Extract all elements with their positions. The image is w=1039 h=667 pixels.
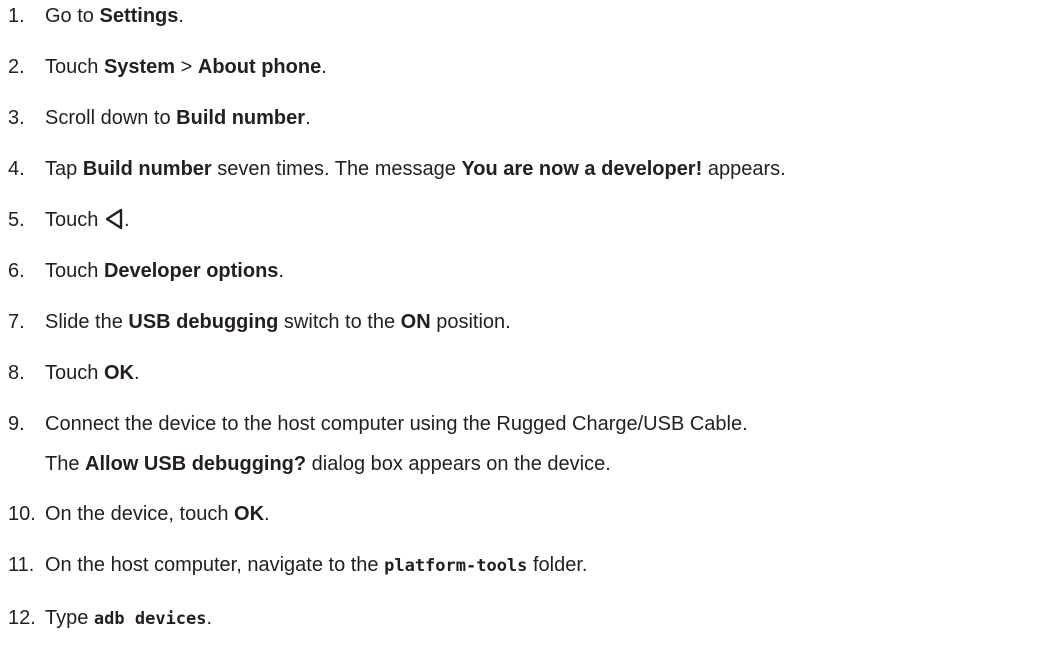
step-text-plain: appears.	[702, 158, 786, 180]
step-number: 1.	[8, 5, 25, 27]
step-text-bold: Build number	[82, 158, 212, 180]
step-text-bold: Allow USB debugging?	[85, 453, 307, 475]
step-text-plain: Touch	[45, 260, 104, 282]
step-text-plain: .	[123, 209, 130, 231]
step-text-plain: position.	[430, 311, 511, 333]
step-text-plain: Go to	[45, 5, 100, 27]
step-text: On the device, touch OK.	[45, 502, 270, 526]
step-text: Touch System > About phone.	[45, 55, 327, 79]
step-text-bold: You are now a developer!	[461, 158, 703, 180]
step-text: Touch .	[45, 208, 130, 232]
step-text-plain: Slide the	[45, 311, 129, 333]
step-text-bold: ON	[400, 311, 431, 333]
back-triangle-icon	[105, 208, 123, 230]
step-text-plain: On the host computer, navigate to the	[45, 554, 385, 576]
step-number: 6.	[8, 260, 25, 282]
step-number: 12.	[8, 607, 36, 629]
step-text-plain: Scroll down to	[45, 107, 177, 129]
step-text-plain: Tap	[45, 158, 83, 180]
step-number: 10.	[8, 503, 36, 525]
step-text-bold: About phone	[197, 56, 322, 78]
step-text-bold: System	[103, 56, 176, 78]
step-text-plain: seven times. The message	[211, 158, 462, 180]
step-text: Touch Developer options.	[45, 259, 284, 283]
step-text-plain: switch to the	[278, 311, 401, 333]
step-text-plain: .	[278, 260, 284, 282]
step-text-plain: .	[305, 107, 311, 129]
step-text: Connect the device to the host computer …	[45, 412, 748, 436]
step-number: 11.	[8, 554, 35, 576]
step-text: Scroll down to Build number.	[45, 106, 311, 130]
step-text: Type adb devices.	[45, 606, 212, 631]
step-text-bold: OK	[234, 503, 265, 525]
step-text: Touch OK.	[45, 361, 140, 385]
step-text-plain: Touch	[45, 56, 104, 78]
step-text-plain: Touch	[45, 362, 104, 384]
step-text: On the host computer, navigate to the pl…	[45, 553, 587, 578]
step-9-result: The Allow USB debugging? dialog box appe…	[45, 452, 611, 476]
step-text-plain: .	[321, 56, 327, 78]
step-text-bold: USB debugging	[128, 311, 279, 333]
step-text-plain: The	[45, 453, 86, 475]
step-text-plain: .	[264, 503, 270, 525]
step-text-plain: dialog box appears on the device.	[306, 453, 611, 475]
step-text-plain: .	[178, 5, 184, 27]
instruction-steps-list: 1. Go to Settings. 2. Touch System > Abo…	[0, 0, 1039, 667]
step-text: Go to Settings.	[45, 4, 184, 28]
step-text-bold: Developer options	[103, 260, 279, 282]
step-number: 8.	[8, 362, 25, 384]
step-text-plain: Touch	[45, 209, 104, 231]
step-text-plain: Connect the device to the host computer …	[45, 413, 748, 435]
step-number: 3.	[8, 107, 25, 129]
step-text-plain: On the device, touch	[45, 503, 235, 525]
step-text-plain: Type	[45, 607, 94, 629]
step-text: Tap Build number seven times. The messag…	[45, 157, 786, 181]
step-number: 2.	[8, 56, 25, 78]
step-text-plain: .	[206, 607, 213, 629]
step-text-bold: Settings	[99, 5, 179, 27]
step-text-code: adb devices	[93, 609, 207, 629]
step-text: Slide the USB debugging switch to the ON…	[45, 310, 511, 334]
step-text-plain: folder.	[527, 554, 588, 576]
step-text-plain: >	[175, 56, 198, 78]
step-text-bold: OK	[103, 362, 134, 384]
step-text-plain: .	[133, 362, 140, 384]
step-text-code: platform-tools	[384, 556, 528, 576]
step-number: 4.	[8, 158, 25, 180]
step-number: 9.	[8, 413, 25, 435]
step-text-bold: Build number	[176, 107, 306, 129]
step-number: 5.	[8, 209, 25, 231]
step-number: 7.	[8, 311, 25, 333]
